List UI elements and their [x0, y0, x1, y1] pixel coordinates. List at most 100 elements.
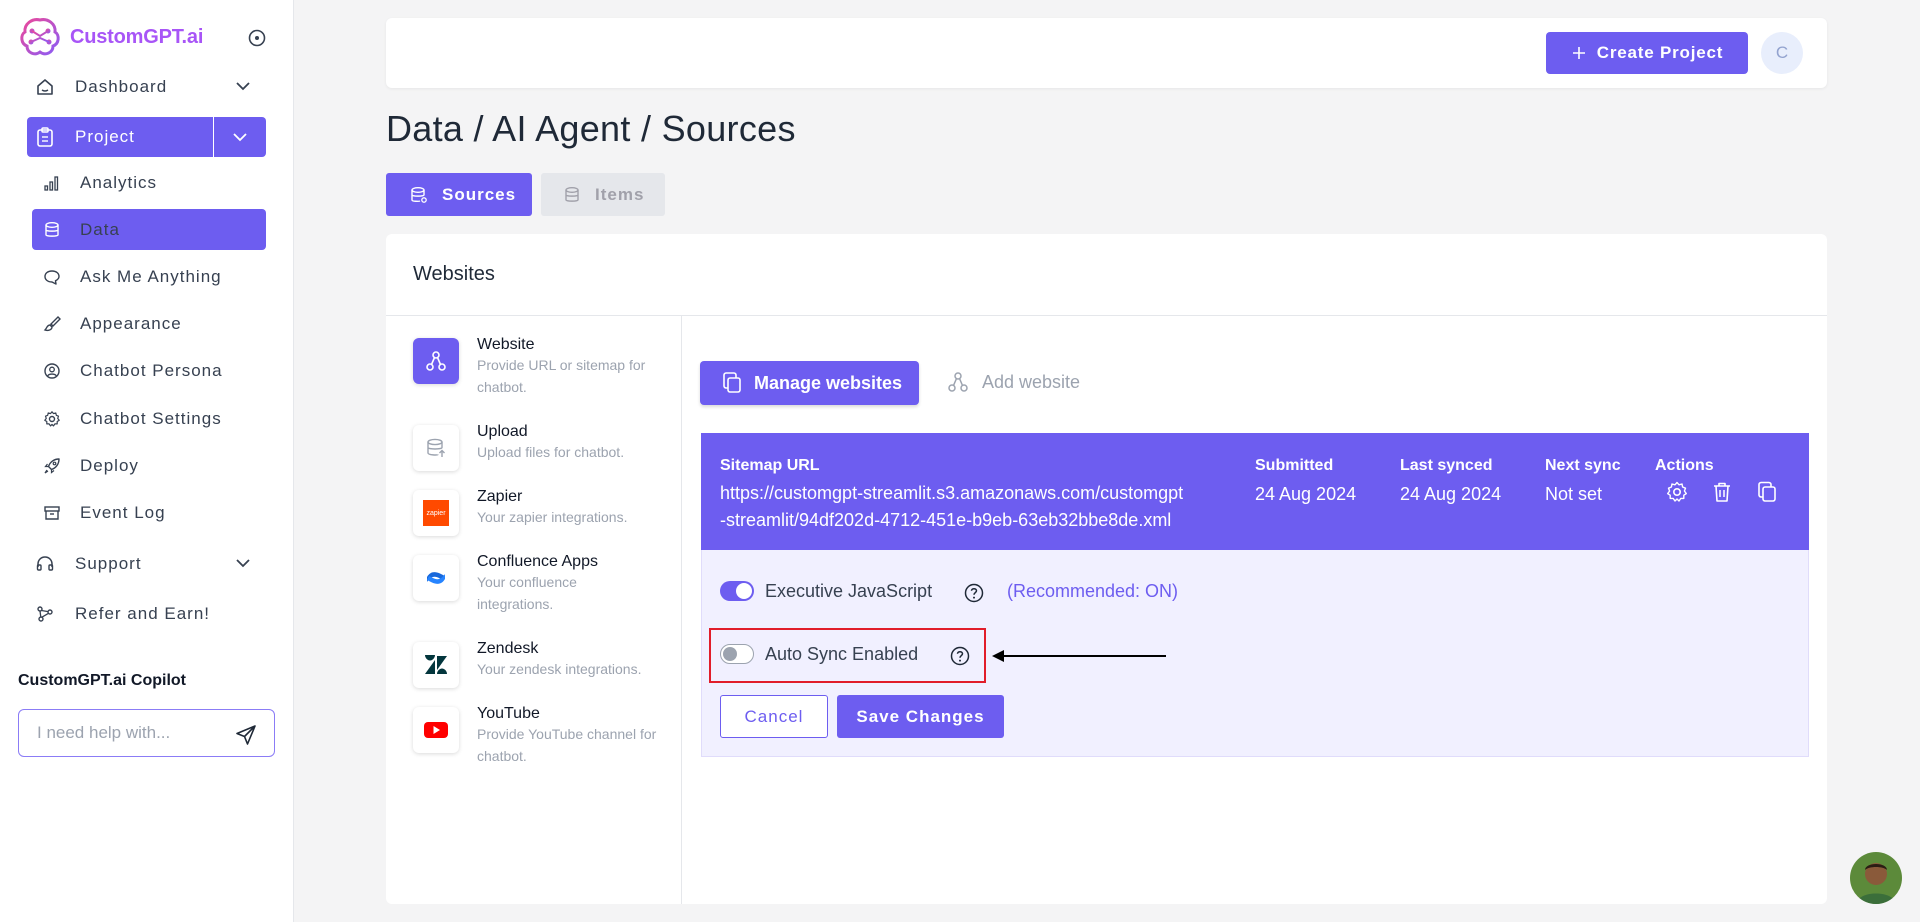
sidebar-item-event-log[interactable]: Event Log [32, 492, 266, 533]
database-settings-icon [410, 186, 428, 204]
page-title: Data / AI Agent / Sources [386, 108, 796, 149]
source-type-list: Website Provide URL or sitemap for chatbo… [386, 316, 682, 904]
user-circle-icon [42, 361, 62, 381]
sidebar-item-chatbot-settings[interactable]: Chatbot Settings [32, 398, 266, 439]
cancel-button[interactable]: Cancel [720, 695, 828, 738]
copilot-input-box[interactable] [18, 709, 275, 757]
trash-icon[interactable] [1710, 480, 1734, 504]
source-desc: Your confluence integrations. [477, 574, 577, 612]
last-synced-value: 24 Aug 2024 [1400, 484, 1502, 504]
col-header-actions: Actions [1655, 457, 1714, 474]
create-project-label: Create Project [1596, 43, 1724, 62]
help-circle-icon[interactable] [964, 583, 984, 603]
executive-javascript-label: Executive JavaScript [765, 581, 933, 601]
sidebar-item-dashboard[interactable]: Dashboard [27, 67, 266, 107]
settings-gear-icon[interactable] [1665, 480, 1689, 504]
headset-icon [35, 554, 55, 574]
database-upload-icon [413, 425, 459, 471]
clipboard-icon [35, 127, 55, 147]
manage-websites-label: Manage websites [754, 372, 903, 393]
tab-label: Items [595, 184, 645, 204]
gear-icon [42, 409, 62, 429]
source-youtube[interactable]: YouTube Provide YouTube channel for chatb… [413, 705, 657, 767]
bar-chart-icon [42, 173, 62, 193]
save-changes-button[interactable]: Save Changes [837, 695, 1004, 738]
source-name: Website [477, 336, 535, 353]
source-name: YouTube [477, 705, 540, 722]
rocket-icon [42, 456, 62, 476]
source-name: Zapier [477, 488, 523, 505]
sidebar-item-label: Project [75, 127, 135, 146]
source-zendesk[interactable]: Zendesk Your zendesk integrations. [413, 640, 657, 688]
add-website-button[interactable]: Add website [946, 370, 1080, 394]
tab-label: Sources [442, 184, 517, 204]
sidebar-item-data[interactable]: Data [32, 209, 266, 250]
tab-items[interactable]: Items [541, 173, 665, 216]
sidebar-item-analytics[interactable]: Analytics [32, 162, 266, 203]
source-zapier[interactable]: zapier Zapier Your zapier integrations. [413, 488, 657, 536]
col-header-sitemap-url: Sitemap URL [720, 457, 820, 474]
sidebar-item-label: Chatbot Persona [80, 360, 223, 380]
source-desc: Your zendesk integrations. [477, 661, 642, 677]
sidebar-item-label: Dashboard [75, 77, 168, 96]
sidebar-item-support[interactable]: Support [27, 544, 266, 584]
arrow-left-annotation-icon [990, 646, 1170, 666]
sidebar-item-label: Appearance [80, 313, 182, 333]
user-avatar[interactable]: C [1761, 32, 1803, 74]
source-upload[interactable]: Upload Upload files for chatbot. [413, 423, 657, 471]
youtube-icon [413, 707, 459, 753]
avatar-initial: C [1775, 43, 1789, 62]
sidebar-item-deploy[interactable]: Deploy [32, 445, 266, 486]
database-icon [563, 186, 581, 204]
help-circle-icon[interactable] [950, 646, 970, 666]
create-project-button[interactable]: Create Project [1546, 32, 1748, 74]
submitted-value: 24 Aug 2024 [1255, 484, 1357, 504]
sidebar-item-appearance[interactable]: Appearance [32, 303, 266, 344]
logo[interactable]: CustomGPT.ai [18, 16, 203, 58]
tab-sources[interactable]: Sources [386, 173, 532, 216]
sidebar-collapse-icon[interactable] [247, 28, 267, 48]
brain-logo-icon [20, 18, 60, 56]
sitemap-icon [413, 338, 459, 384]
sitemap-icon [948, 372, 968, 392]
source-name: Confluence Apps [477, 553, 598, 570]
copy-icon[interactable] [1755, 480, 1779, 504]
source-confluence[interactable]: Confluence Apps Your confluence integrati… [413, 553, 657, 615]
source-name: Upload [477, 423, 528, 440]
archive-icon [42, 503, 62, 523]
database-icon [42, 220, 62, 240]
zendesk-icon [413, 642, 459, 688]
sidebar-item-project[interactable]: Project [27, 117, 266, 157]
support-chat-avatar[interactable] [1850, 852, 1902, 904]
source-desc: Provide YouTube channel for chatbot. [477, 726, 657, 764]
col-header-submitted: Submitted [1255, 457, 1334, 474]
auto-sync-toggle[interactable] [720, 644, 754, 664]
chevron-down-icon[interactable] [234, 554, 252, 572]
copilot-title: CustomGPT.ai Copilot [18, 672, 186, 689]
executive-javascript-toggle[interactable] [720, 581, 754, 601]
sidebar-item-label: Ask Me Anything [80, 266, 222, 286]
sidebar-item-ask-me-anything[interactable]: Ask Me Anything [32, 256, 266, 297]
sitemap-url-line2: -streamlit/94df202d-4712-451e-b9eb-63eb3… [720, 510, 1172, 530]
project-dropdown-toggle[interactable] [214, 117, 266, 157]
sidebar-item-refer-and-earn[interactable]: Refer and Earn! [27, 594, 266, 634]
sidebar-item-label: Event Log [80, 502, 166, 522]
chevron-down-icon[interactable] [234, 77, 252, 95]
sidebar-item-chatbot-persona[interactable]: Chatbot Persona [32, 350, 266, 391]
source-website[interactable]: Website Provide URL or sitemap for chatbo… [413, 336, 657, 398]
home-icon [35, 77, 55, 97]
source-name: Zendesk [477, 640, 539, 657]
recommended-note: (Recommended: ON) [1007, 581, 1179, 601]
sidebar-item-label: Chatbot Settings [80, 408, 222, 428]
sidebar-item-label: Analytics [80, 172, 158, 192]
manage-websites-button[interactable]: Manage websites [700, 361, 919, 405]
project-button[interactable]: Project [27, 117, 213, 157]
col-header-next-sync: Next sync [1545, 457, 1621, 474]
sidebar-item-label: Support [75, 554, 142, 573]
copilot-input[interactable] [37, 723, 227, 743]
sidebar-item-label: Refer and Earn! [75, 604, 211, 623]
send-icon[interactable] [234, 723, 258, 747]
add-website-label: Add website [982, 371, 1081, 392]
confluence-icon [413, 555, 459, 601]
chat-bubble-icon [42, 267, 62, 287]
